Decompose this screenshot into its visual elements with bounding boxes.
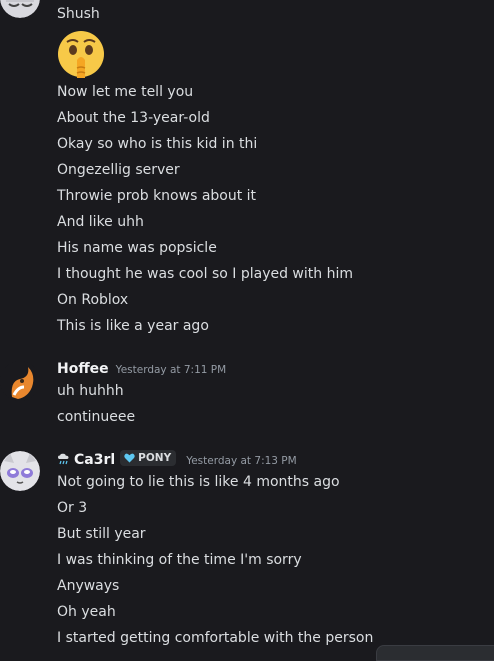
message-line[interactable]: Throwie prob knows about it <box>57 186 256 206</box>
shushing-face-emoji <box>57 30 105 78</box>
message-line[interactable]: uh huhhh <box>57 381 124 401</box>
message-header-ca3rl: Ca3rl PONY Yesterday at 7:13 PM <box>57 450 297 468</box>
avatar-hoffee[interactable] <box>0 361 40 401</box>
message-line[interactable]: Ongezellig server <box>57 160 180 180</box>
message-line[interactable]: I was thinking of the time I'm sorry <box>57 550 302 570</box>
message-line[interactable]: Shush <box>57 4 100 24</box>
message-line[interactable]: I started getting comfortable with the p… <box>57 628 373 648</box>
username-ca3rl[interactable]: Ca3rl <box>74 452 115 468</box>
message-line[interactable]: continueee <box>57 407 135 427</box>
message-line[interactable]: This is like a year ago <box>57 316 209 336</box>
message-line[interactable]: About the 13-year-old <box>57 108 210 128</box>
message-line[interactable]: Oh yeah <box>57 602 116 622</box>
message-line[interactable]: But still year <box>57 524 146 544</box>
guild-tag-badge[interactable]: PONY <box>120 450 177 466</box>
message-line[interactable]: And like uhh <box>57 212 144 232</box>
avatar-ca3rl[interactable] <box>0 451 40 491</box>
badge-label: PONY <box>138 452 172 464</box>
message-line[interactable]: Not going to lie this is like 4 months a… <box>57 472 340 492</box>
jump-to-present-button[interactable] <box>376 645 494 661</box>
message-header-hoffee: Hoffee Yesterday at 7:11 PM <box>57 361 226 377</box>
timestamp[interactable]: Yesterday at 7:11 PM <box>116 364 227 376</box>
message-line[interactable]: Okay so who is this kid in thi <box>57 134 257 154</box>
message-line[interactable]: His name was popsicle <box>57 238 217 258</box>
message-line[interactable]: Now let me tell you <box>57 82 193 102</box>
timestamp[interactable]: Yesterday at 7:13 PM <box>186 455 297 467</box>
username-hoffee[interactable]: Hoffee <box>57 361 109 377</box>
heart-icon <box>124 453 135 463</box>
avatar-ca3rl-previous[interactable] <box>0 0 40 18</box>
message-line[interactable]: I thought he was cool so I played with h… <box>57 264 353 284</box>
message-line[interactable]: On Roblox <box>57 290 128 310</box>
cloud-rain-icon <box>57 453 70 467</box>
message-line[interactable]: Anyways <box>57 576 119 596</box>
message-line[interactable]: Or 3 <box>57 498 87 518</box>
